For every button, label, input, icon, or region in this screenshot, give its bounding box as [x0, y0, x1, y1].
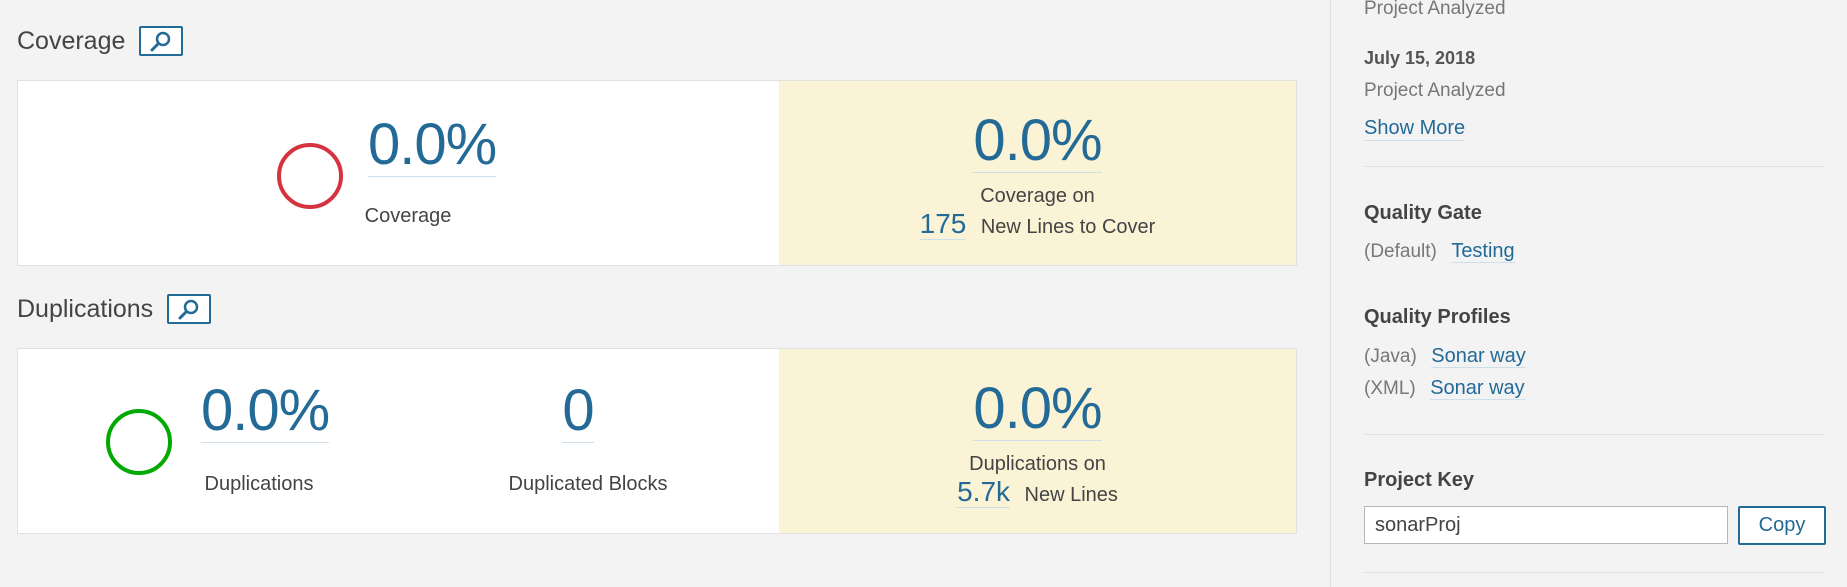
- main-content: Coverage 0.0% Coverage 0.0% Coverage on …: [0, 0, 1330, 587]
- quality-gate-row: (Default) Testing: [1364, 240, 1515, 263]
- quality-profile-java: (Java) Sonar way: [1364, 345, 1526, 368]
- duplications-new-lines-label: New Lines: [1024, 484, 1118, 506]
- coverage-section-title: Coverage: [17, 26, 184, 56]
- profile-language: (Java): [1364, 346, 1417, 367]
- history-icon: [178, 299, 199, 320]
- coverage-new-lines-row: 175 New Lines to Cover: [779, 208, 1296, 240]
- coverage-history-button[interactable]: [139, 26, 184, 56]
- analysis-top-label: Project Analyzed: [1364, 0, 1506, 19]
- duplications-title: Duplications: [17, 294, 154, 323]
- sidebar-divider: [1364, 572, 1824, 573]
- duplications-leak-panel: 0.0% Duplications on 5.7k New Lines: [779, 349, 1296, 533]
- show-more-link[interactable]: Show More: [1364, 117, 1466, 141]
- quality-gate-link[interactable]: Testing: [1451, 240, 1515, 263]
- analysis-date: July 15, 2018: [1364, 48, 1476, 68]
- quality-gate-qualifier: (Default): [1364, 241, 1437, 262]
- quality-profile-xml: (XML) Sonar way: [1364, 377, 1525, 400]
- sidebar-divider: [1364, 166, 1824, 167]
- coverage-title: Coverage: [17, 26, 126, 55]
- profile-link[interactable]: Sonar way: [1431, 345, 1526, 368]
- duplications-new-value-link[interactable]: 0.0%: [973, 378, 1103, 441]
- duplications-history-button[interactable]: [167, 294, 212, 324]
- coverage-new-measure: 0.0%: [779, 110, 1296, 173]
- project-key-input[interactable]: [1364, 506, 1728, 544]
- profile-link[interactable]: Sonar way: [1430, 377, 1525, 400]
- sidebar-divider: [1364, 434, 1824, 435]
- duplications-new-measure: 0.0%: [779, 378, 1296, 441]
- sidebar: Project Analyzed July 15, 2018 Project A…: [1330, 0, 1847, 587]
- coverage-label: Coverage: [364, 205, 452, 227]
- duplications-new-lines-link[interactable]: 5.7k: [957, 476, 1011, 508]
- duplications-new-label: Duplications on: [969, 453, 1106, 475]
- duplications-measure: 0.0%: [201, 380, 330, 443]
- duplications-new-lines-row: 5.7k New Lines: [779, 476, 1296, 508]
- project-key-heading: Project Key: [1364, 469, 1475, 491]
- quality-gate-heading: Quality Gate: [1364, 202, 1482, 224]
- coverage-new-lines-link[interactable]: 175: [919, 208, 967, 240]
- coverage-rating-circle: [277, 143, 343, 209]
- duplicated-blocks-label: Duplicated Blocks: [508, 473, 668, 495]
- duplications-value-link[interactable]: 0.0%: [201, 380, 330, 443]
- analysis-label: Project Analyzed: [1364, 80, 1506, 101]
- copy-button[interactable]: Copy: [1738, 506, 1826, 545]
- duplications-panel: 0.0% Duplications 0 Duplicated Blocks 0.…: [17, 348, 1297, 534]
- duplications-section-title: Duplications: [17, 294, 212, 324]
- duplications-rating-circle: [106, 409, 172, 475]
- profile-language: (XML): [1364, 378, 1416, 399]
- duplicated-blocks-link[interactable]: 0: [562, 380, 595, 443]
- quality-profiles-heading: Quality Profiles: [1364, 306, 1511, 328]
- coverage-panel: 0.0% Coverage 0.0% Coverage on 175 New L…: [17, 80, 1297, 266]
- coverage-new-value-link[interactable]: 0.0%: [973, 110, 1103, 173]
- history-icon: [150, 31, 171, 52]
- coverage-new-label: Coverage on: [980, 185, 1095, 207]
- coverage-new-lines-label: New Lines to Cover: [980, 216, 1156, 238]
- coverage-measure: 0.0%: [368, 114, 497, 177]
- duplicated-blocks-measure: 0: [518, 380, 638, 443]
- coverage-leak-panel: 0.0% Coverage on 175 New Lines to Cover: [779, 81, 1296, 265]
- coverage-value-link[interactable]: 0.0%: [368, 114, 497, 177]
- duplications-label: Duplications: [204, 473, 314, 495]
